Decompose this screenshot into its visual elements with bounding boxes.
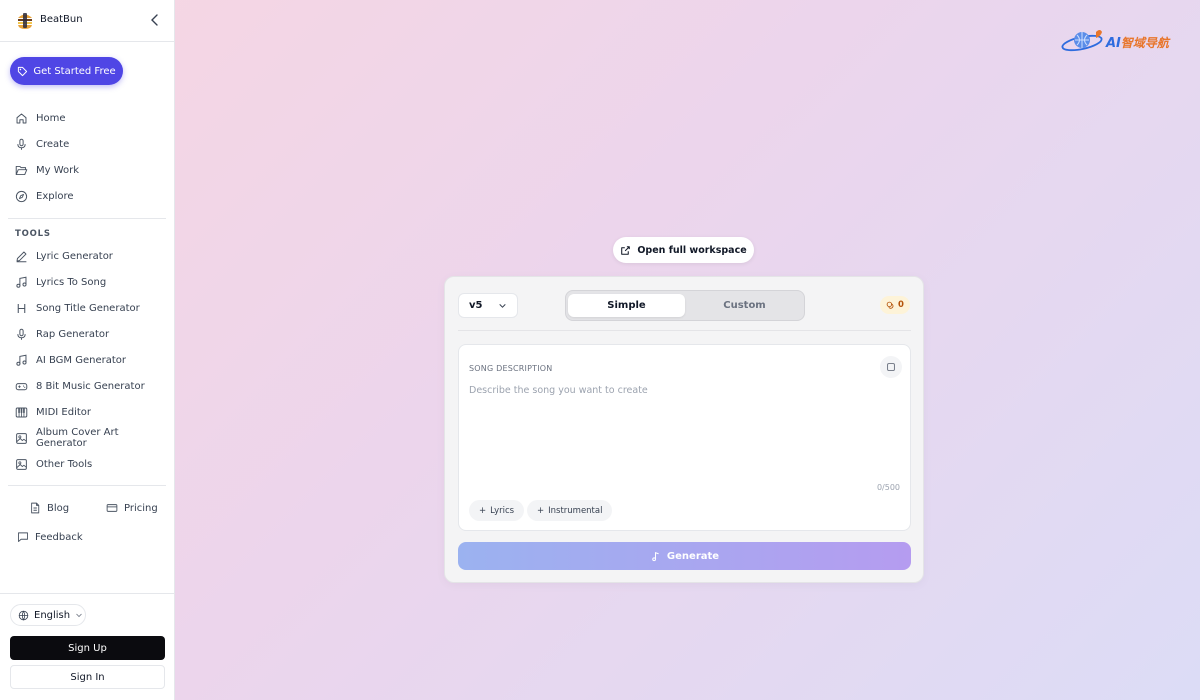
open-full-workspace-label: Open full workspace (637, 244, 747, 256)
sidebar-item-home[interactable]: Home (8, 106, 165, 130)
credits-badge[interactable]: 0 (880, 296, 910, 314)
sign-in-button[interactable]: Sign In (10, 665, 165, 689)
watermark-text-latin: AI (1106, 36, 1121, 51)
character-count: 0/500 (876, 483, 900, 492)
pen-icon (16, 251, 27, 262)
language-selector[interactable]: English (10, 604, 86, 626)
model-version-value: v5 (469, 300, 483, 311)
generate-button[interactable]: Generate (458, 542, 911, 570)
add-lyrics-chip[interactable]: + Lyrics (469, 500, 525, 521)
sidebar-item-label: Explore (36, 190, 74, 202)
brand-name: BeatBun (40, 14, 83, 25)
message-square-icon (18, 532, 28, 542)
watermark-text-cn: 智域导航 (1120, 36, 1169, 50)
create-song-card: v5 Simple Custom 0 SONG DESCRIPTION 0/50… (444, 276, 924, 583)
microphone-icon (17, 328, 26, 340)
sidebar-item-label: Lyrics To Song (36, 276, 107, 288)
tab-simple[interactable]: Simple (568, 294, 685, 317)
sidebar-item-midi-editor[interactable]: MIDI Editor (8, 400, 165, 424)
open-full-workspace-button[interactable]: Open full workspace (613, 237, 754, 263)
microphone-icon (17, 138, 26, 150)
add-instrumental-chip[interactable]: + Instrumental (527, 500, 613, 521)
chip-label: Instrumental (548, 505, 603, 516)
credit-card-icon (106, 504, 118, 512)
plus-icon: + (537, 505, 545, 516)
square-icon (887, 363, 895, 371)
sidebar-item-my-work[interactable]: My Work (8, 158, 165, 182)
get-started-button[interactable]: Get Started Free (10, 57, 123, 85)
sidebar-item-label: AI BGM Generator (36, 354, 126, 366)
compass-icon (15, 190, 28, 202)
chevron-left-icon[interactable] (147, 12, 163, 28)
chevron-down-icon (499, 304, 506, 308)
sidebar-item-label: 8 Bit Music Generator (36, 380, 145, 392)
sidebar-item-lyrics-to-song[interactable]: Lyrics To Song (8, 270, 165, 294)
sidebar-item-label: Home (36, 112, 66, 124)
sidebar-item-song-title-generator[interactable]: Song Title Generator (8, 296, 165, 320)
model-version-select[interactable]: v5 (458, 293, 518, 318)
card-divider (458, 330, 911, 331)
plus-icon: + (479, 505, 487, 516)
coins-icon (886, 301, 894, 309)
sidebar-item-label: My Work (36, 164, 80, 176)
sidebar-item-ai-bgm-generator[interactable]: AI BGM Generator (8, 348, 165, 372)
home-icon (16, 113, 27, 123)
mode-toggle: Simple Custom (565, 290, 805, 321)
brand-header: BeatBun (0, 0, 175, 42)
sidebar-divider (8, 485, 166, 486)
watermark-logo: AI智域导航 (1060, 28, 1182, 54)
globe-rocket-icon (1061, 30, 1103, 52)
song-description-panel: SONG DESCRIPTION 0/500 + Lyrics + Instru… (458, 344, 911, 531)
song-description-input[interactable] (469, 385, 901, 465)
sidebar-item-label: Create (36, 138, 70, 150)
external-link-icon (621, 245, 631, 255)
language-label: English (34, 609, 71, 621)
tag-icon (18, 66, 28, 76)
chip-label: Lyrics (490, 505, 515, 516)
music-note-icon (652, 551, 659, 561)
sidebar-item-label: Rap Generator (36, 328, 110, 340)
chevron-down-icon (76, 613, 82, 618)
globe-icon (18, 610, 29, 621)
sidebar-item-label: Other Tools (36, 458, 93, 470)
sidebar-item-rap-generator[interactable]: Rap Generator (8, 322, 165, 346)
blog-link[interactable]: Blog (29, 498, 69, 518)
music-note-icon (16, 354, 27, 366)
sidebar-item-label: Song Title Generator (36, 302, 140, 314)
generate-label: Generate (666, 550, 720, 562)
credits-count: 0 (898, 300, 904, 310)
sidebar-item-8-bit-music-generator[interactable]: 8 Bit Music Generator (8, 374, 165, 398)
sign-up-button[interactable]: Sign Up (10, 636, 165, 660)
sidebar-item-label: Lyric Generator (36, 250, 113, 262)
watermark-text: AI智域导航 (1106, 34, 1169, 51)
music-note-icon (16, 276, 27, 288)
folder-open-icon (15, 165, 28, 175)
sidebar-divider (8, 218, 166, 219)
get-started-label: Get Started Free (33, 65, 116, 77)
blog-label: Blog (47, 502, 70, 514)
sidebar: BeatBun Get Started Free Home Create My … (0, 0, 175, 700)
pricing-link[interactable]: Pricing (106, 498, 158, 518)
image-icon (16, 432, 27, 444)
sidebar-item-explore[interactable]: Explore (8, 184, 165, 208)
tab-custom[interactable]: Custom (686, 294, 803, 317)
sidebar-item-album-cover-art-generator[interactable]: Album Cover Art Generator (8, 426, 165, 450)
sidebar-item-label: Album Cover Art Generator (36, 427, 119, 449)
feedback-link[interactable]: Feedback (17, 527, 83, 547)
sidebar-item-create[interactable]: Create (8, 132, 165, 156)
beatbun-logo-icon[interactable] (15, 10, 35, 30)
document-icon (31, 502, 40, 514)
pricing-label: Pricing (124, 502, 158, 514)
image-icon (16, 458, 27, 470)
heading-icon (17, 303, 26, 313)
song-description-label: SONG DESCRIPTION (469, 364, 553, 373)
feedback-label: Feedback (35, 531, 83, 543)
gamepad-icon (15, 382, 28, 390)
sidebar-item-label: MIDI Editor (36, 406, 91, 418)
tools-section-title: TOOLS (15, 229, 51, 239)
expand-description-button[interactable] (880, 356, 902, 378)
piano-icon (15, 407, 28, 417)
sidebar-item-other-tools[interactable]: Other Tools (8, 452, 165, 476)
sidebar-item-lyric-generator[interactable]: Lyric Generator (8, 244, 165, 268)
